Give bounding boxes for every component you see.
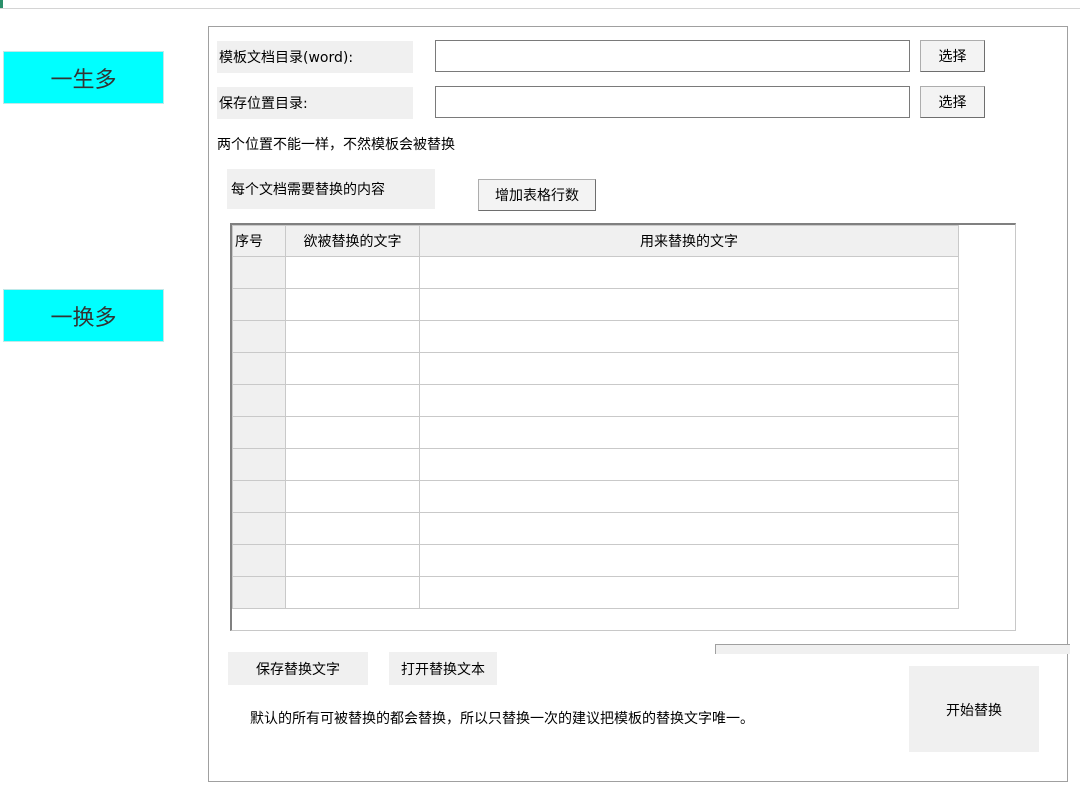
replace-text-cell[interactable] [419, 320, 959, 353]
replace-text-cell[interactable] [419, 512, 959, 545]
find-text-cell[interactable] [285, 256, 420, 289]
replace-text-cell[interactable] [419, 352, 959, 385]
table-row[interactable] [232, 352, 959, 385]
progress-bar [715, 644, 1070, 654]
find-text-cell[interactable] [285, 288, 420, 321]
open-replace-text-button[interactable]: 打开替换文本 [389, 652, 497, 685]
find-text-cell[interactable] [285, 512, 420, 545]
replace-text-cell[interactable] [419, 384, 959, 417]
column-header-replace-text[interactable]: 用来替换的文字 [419, 225, 959, 257]
replace-text-cell[interactable] [419, 576, 959, 609]
table-row[interactable] [232, 576, 959, 609]
find-text-cell[interactable] [285, 576, 420, 609]
template-dir-label: 模板文档目录(word): [217, 41, 413, 73]
replace-note: 默认的所有可被替换的都会替换，所以只替换一次的建议把模板的替换文字唯一。 [250, 711, 754, 727]
find-text-cell[interactable] [285, 320, 420, 353]
replace-grid[interactable]: 序号 欲被替换的文字 用来替换的文字 [230, 223, 1016, 631]
find-text-cell[interactable] [285, 544, 420, 577]
start-replace-button[interactable]: 开始替换 [909, 666, 1039, 752]
column-header-find-text[interactable]: 欲被替换的文字 [285, 225, 420, 257]
table-row[interactable] [232, 320, 959, 353]
add-rows-button[interactable]: 增加表格行数 [478, 179, 596, 211]
find-text-cell[interactable] [285, 384, 420, 417]
row-index-cell[interactable] [232, 576, 286, 609]
row-index-cell[interactable] [232, 544, 286, 577]
row-index-cell[interactable] [232, 512, 286, 545]
table-row[interactable] [232, 416, 959, 449]
save-replace-text-button[interactable]: 保存替换文字 [228, 652, 368, 685]
replace-many-button[interactable]: 一换多 [3, 289, 164, 342]
save-dir-browse-button[interactable]: 选择 [920, 86, 985, 118]
save-dir-label: 保存位置目录: [217, 87, 413, 119]
template-dir-input[interactable] [435, 40, 910, 72]
row-index-cell[interactable] [232, 288, 286, 321]
window-corner-accent [0, 0, 3, 8]
replace-text-cell[interactable] [419, 256, 959, 289]
replace-text-cell[interactable] [419, 288, 959, 321]
table-row[interactable] [232, 384, 959, 417]
location-warning: 两个位置不能一样，不然模板会被替换 [217, 137, 455, 153]
find-text-cell[interactable] [285, 480, 420, 513]
find-text-cell[interactable] [285, 448, 420, 481]
row-index-cell[interactable] [232, 448, 286, 481]
row-index-cell[interactable] [232, 480, 286, 513]
top-divider [0, 8, 1080, 9]
row-index-cell[interactable] [232, 320, 286, 353]
replace-text-cell[interactable] [419, 416, 959, 449]
find-text-cell[interactable] [285, 352, 420, 385]
table-row[interactable] [232, 544, 959, 577]
table-row[interactable] [232, 256, 959, 289]
find-text-cell[interactable] [285, 416, 420, 449]
row-index-cell[interactable] [232, 352, 286, 385]
table-row[interactable] [232, 480, 959, 513]
save-dir-input[interactable] [435, 86, 910, 118]
row-index-cell[interactable] [232, 384, 286, 417]
row-index-cell[interactable] [232, 256, 286, 289]
replace-text-cell[interactable] [419, 544, 959, 577]
table-row[interactable] [232, 288, 959, 321]
replace-text-cell[interactable] [419, 480, 959, 513]
column-header-index[interactable]: 序号 [232, 225, 286, 257]
table-row[interactable] [232, 448, 959, 481]
table-row[interactable] [232, 512, 959, 545]
grid-header-row: 序号 欲被替换的文字 用来替换的文字 [232, 225, 959, 257]
template-dir-browse-button[interactable]: 选择 [920, 40, 985, 72]
row-index-cell[interactable] [232, 416, 286, 449]
replace-text-cell[interactable] [419, 448, 959, 481]
grid-heading: 每个文档需要替换的内容 [227, 169, 435, 209]
one-to-many-button[interactable]: 一生多 [3, 51, 164, 104]
